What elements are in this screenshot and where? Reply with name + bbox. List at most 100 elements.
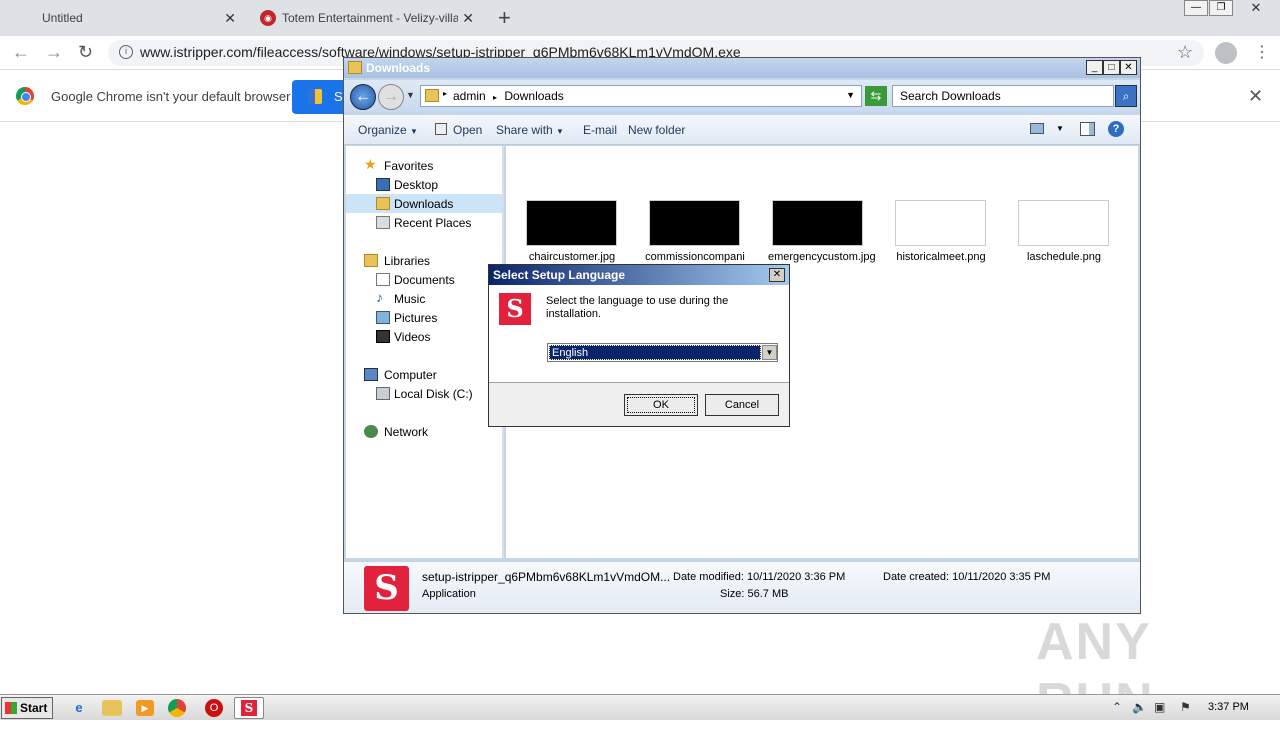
istripper-app-icon: S <box>241 700 257 716</box>
opera-icon[interactable]: O <box>205 699 223 717</box>
file-item[interactable]: chaircustomer.jpg <box>526 200 632 264</box>
start-button[interactable]: Start <box>1 697 53 719</box>
taskbar: Start e ▶ O S ⌃ 🔈 ▣ ⚑ 3:37 PM <box>0 694 1280 720</box>
nav-recent-places[interactable]: Recent Places <box>346 213 502 232</box>
forward-arrow-icon[interactable]: → <box>45 42 63 63</box>
setup-language-dialog: Select Setup Language ✕ S Select the lan… <box>488 264 790 427</box>
command-bar: Organize ▼ Open Share with ▼ E-mail New … <box>344 115 1140 145</box>
file-item[interactable]: commissioncompani <box>645 200 755 264</box>
refresh-icon[interactable]: ⇆ <box>865 86 887 106</box>
tab-label: Totem Entertainment - Velizy-villacou <box>282 11 458 25</box>
language-selected-value: English <box>549 345 761 360</box>
nav-music[interactable]: ♪ Music <box>346 289 502 308</box>
minimize-button[interactable]: _ <box>1086 60 1103 75</box>
minimize-button[interactable]: — <box>1184 0 1208 16</box>
back-arrow-icon[interactable]: ← <box>350 84 376 110</box>
chrome-logo-icon <box>16 87 34 105</box>
show-hidden-icons[interactable]: ⌃ <box>1112 700 1122 714</box>
nav-documents[interactable]: Documents <box>346 270 502 289</box>
address-row: ← → ▼ ▸ admin ▸ Downloads ▼ ⇆ Search Dow… <box>344 80 1140 112</box>
forward-arrow-icon[interactable]: → <box>378 84 404 110</box>
videos-icon <box>376 330 390 343</box>
chevron-down-icon[interactable]: ▼ <box>762 345 777 360</box>
breadcrumb-admin[interactable]: admin <box>453 89 486 103</box>
change-view-icon[interactable] <box>1030 123 1044 134</box>
new-folder-button[interactable]: New folder <box>628 123 685 137</box>
file-name: chaircustomer.jpg <box>528 251 616 263</box>
detail-created: Date created: 10/11/2020 3:35 PM <box>883 571 1051 583</box>
file-thumbnail <box>526 200 617 246</box>
music-note-icon: ♪ <box>376 289 383 305</box>
action-center-flag-icon[interactable]: ⚑ <box>1180 700 1191 714</box>
tab-totem[interactable]: ◉ Totem Entertainment - Velizy-villacou … <box>250 0 486 36</box>
infobar-message: Google Chrome isn't your default browser <box>51 89 291 104</box>
details-pane: S setup-istripper_q6PMbm6v68KLm1vVmdOM..… <box>344 561 1140 613</box>
nav-downloads[interactable]: Downloads <box>346 194 502 213</box>
file-thumbnail <box>1018 200 1109 246</box>
system-clock[interactable]: 3:37 PM <box>1208 701 1249 713</box>
nav-local-disk[interactable]: Local Disk (C:) <box>346 384 502 403</box>
chevron-icon: ▸ <box>443 89 448 98</box>
nav-network[interactable]: Network <box>346 422 502 441</box>
language-select[interactable]: English ▼ <box>547 343 778 362</box>
file-item[interactable]: emergencycustom.jpg <box>768 200 876 264</box>
search-icon[interactable]: ⌕ <box>1115 85 1137 107</box>
desktop-icon <box>376 178 390 191</box>
file-thumbnail <box>895 200 986 246</box>
libraries-icon <box>364 254 378 267</box>
dialog-body: S Select the language to use during the … <box>489 285 789 383</box>
open-icon <box>435 123 447 135</box>
help-icon[interactable]: ? <box>1108 121 1124 137</box>
ok-button[interactable]: OK <box>624 394 698 416</box>
nav-computer[interactable]: Computer <box>346 365 502 384</box>
media-player-icon[interactable]: ▶ <box>136 700 154 716</box>
breadcrumb-downloads[interactable]: Downloads <box>504 89 563 103</box>
nav-videos[interactable]: Videos <box>346 327 502 346</box>
istripper-taskbar-button[interactable]: S <box>234 697 264 719</box>
view-dropdown-icon[interactable]: ▼ <box>1056 124 1064 133</box>
close-window-button[interactable]: ✕ <box>1236 0 1276 16</box>
close-icon[interactable]: ✕ <box>1248 86 1263 107</box>
restore-button[interactable]: ❐ <box>1209 0 1233 16</box>
open-button[interactable]: Open <box>453 123 482 137</box>
network-tray-icon[interactable]: ▣ <box>1154 700 1165 714</box>
explorer-folder-icon[interactable] <box>102 700 122 716</box>
file-item[interactable]: historicalmeet.png <box>895 200 1001 264</box>
menu-kebab-icon[interactable]: ⋮ <box>1254 42 1270 62</box>
share-with-menu[interactable]: Share with ▼ <box>496 123 564 137</box>
back-arrow-icon[interactable]: ← <box>12 42 30 63</box>
profile-avatar-icon[interactable] <box>1215 42 1237 64</box>
file-thumbnail <box>772 200 863 246</box>
computer-icon <box>364 368 378 381</box>
nav-desktop[interactable]: Desktop <box>346 175 502 194</box>
history-dropdown-icon[interactable]: ▼ <box>406 90 415 100</box>
tab-untitled[interactable]: Untitled ✕ <box>0 0 248 36</box>
email-button[interactable]: E-mail <box>583 123 617 137</box>
close-icon[interactable]: ✕ <box>224 10 236 27</box>
documents-icon <box>376 273 390 286</box>
reload-icon[interactable]: ↻ <box>78 42 93 63</box>
file-name: laschedule.png <box>1026 251 1101 263</box>
new-tab-button[interactable]: + <box>498 5 511 31</box>
search-input[interactable]: Search Downloads <box>892 85 1114 107</box>
organize-menu[interactable]: Organize ▼ <box>358 123 418 137</box>
address-dropdown-icon[interactable]: ▼ <box>846 90 855 100</box>
close-icon[interactable]: ✕ <box>462 10 474 27</box>
file-item[interactable]: laschedule.png <box>1018 200 1124 264</box>
nav-pictures[interactable]: Pictures <box>346 308 502 327</box>
maximize-button[interactable]: □ <box>1103 60 1120 75</box>
address-bar[interactable]: ▸ admin ▸ Downloads ▼ <box>420 85 862 107</box>
internet-explorer-icon[interactable]: e <box>68 698 90 718</box>
cancel-button[interactable]: Cancel <box>705 394 779 416</box>
volume-icon[interactable]: 🔈 <box>1132 700 1147 714</box>
preview-pane-icon[interactable] <box>1080 122 1095 136</box>
info-icon[interactable]: i <box>119 45 133 59</box>
pictures-icon <box>376 311 390 324</box>
nav-libraries[interactable]: Libraries <box>346 251 502 270</box>
drive-icon <box>376 387 390 400</box>
bookmark-star-icon[interactable]: ☆ <box>1177 42 1193 63</box>
close-button[interactable]: ✕ <box>1120 60 1137 75</box>
nav-favorites[interactable]: ★ Favorites <box>346 156 502 175</box>
chrome-icon[interactable] <box>168 699 186 717</box>
close-icon[interactable]: ✕ <box>769 268 785 282</box>
